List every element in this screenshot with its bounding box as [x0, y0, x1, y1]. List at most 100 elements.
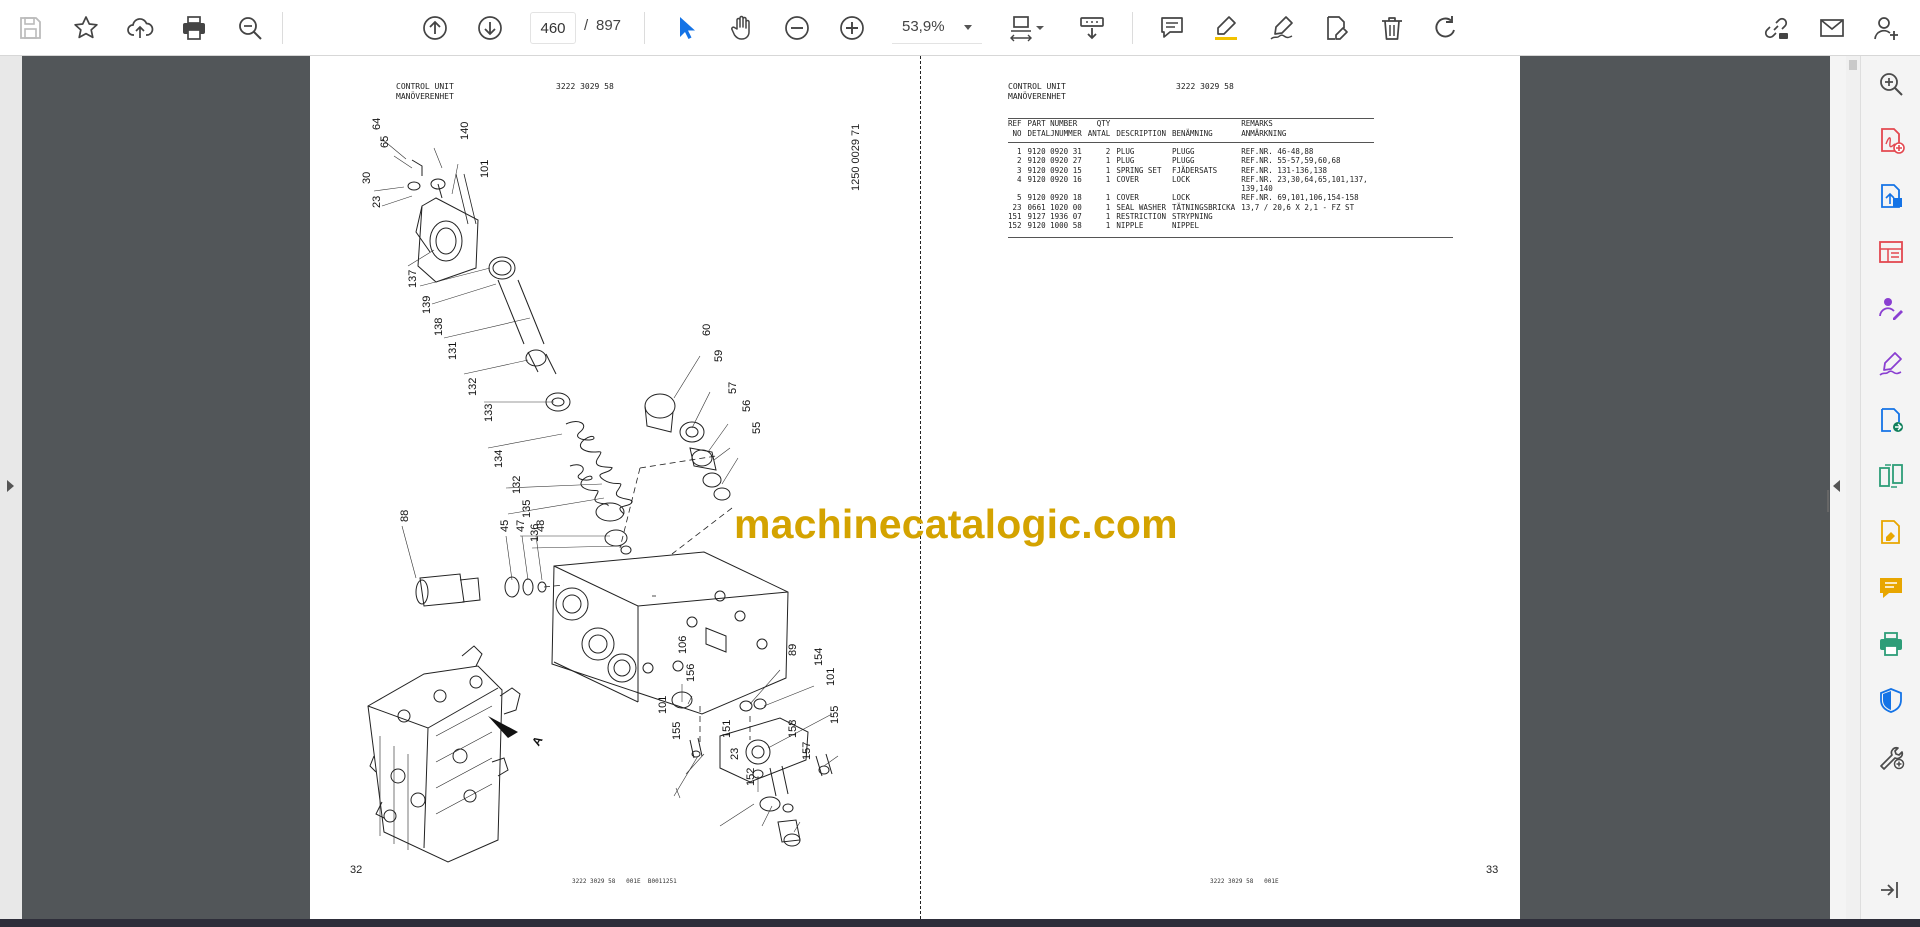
- column-header: BENÄMNING: [1171, 129, 1213, 138]
- zoom-search-icon[interactable]: [230, 8, 270, 48]
- svg-text:101: 101: [657, 696, 669, 714]
- table-cell-remarks: REF.NR. 69,101,106,154-158: [1241, 193, 1359, 203]
- column-header: REMARKS ANMÄRKNING: [1241, 119, 1287, 138]
- more-tools-icon[interactable]: [1871, 736, 1911, 776]
- export-pdf-arrow-icon[interactable]: [1871, 400, 1911, 440]
- print-production-icon[interactable]: [1871, 624, 1911, 664]
- next-page-icon[interactable]: [470, 8, 510, 48]
- panel-resize-grip[interactable]: [1827, 490, 1829, 512]
- table-cell-part: 9120 0920 16: [1027, 174, 1082, 184]
- comment-panel-icon[interactable]: [1871, 568, 1911, 608]
- svg-text:57: 57: [727, 382, 739, 394]
- zoom-dropdown[interactable]: 53,9%: [892, 12, 982, 44]
- table-cell-desc: PLUG: [1116, 156, 1135, 166]
- previous-page-icon[interactable]: [415, 8, 455, 48]
- svg-text:131: 131: [447, 342, 459, 360]
- table-row: 2 9120 0920 27 1 PLUG PLUGG REF.NR. 55-57,59,…: [1008, 156, 1374, 165]
- table-cell-ben: LOCK: [1171, 193, 1191, 203]
- table-cell-desc: NIPPLE: [1116, 221, 1144, 231]
- zoom-in-icon[interactable]: [832, 8, 872, 48]
- page-number-left: 32: [350, 864, 363, 876]
- svg-text:152: 152: [745, 768, 757, 786]
- collapse-panel-icon[interactable]: [1871, 870, 1911, 910]
- page-number-input[interactable]: [530, 12, 576, 44]
- column-header: REF NO: [1008, 119, 1022, 138]
- create-pdf-icon[interactable]: [1871, 120, 1911, 160]
- zoom-value: 53,9%: [902, 18, 945, 35]
- edit-pdf-icon[interactable]: [1316, 8, 1356, 48]
- table-cell-ref: 2: [1017, 156, 1022, 166]
- page-number-right: 33: [1486, 864, 1499, 876]
- highlight-icon[interactable]: [1206, 8, 1246, 48]
- pdf-page-right: CONTROL UNIT MANÖVERENHET 3222 3029 58 R…: [920, 56, 1520, 919]
- delete-icon[interactable]: [1372, 8, 1412, 48]
- svg-text:59: 59: [713, 350, 725, 362]
- account-icon[interactable]: [1866, 8, 1906, 48]
- zoom-in-panel-icon[interactable]: [1871, 64, 1911, 104]
- column-header: PART NUMBER DETALJNUMMER: [1027, 119, 1082, 138]
- table-cell-desc: RESTRICTION: [1116, 212, 1166, 222]
- table-cell-desc: COVER: [1116, 193, 1139, 203]
- bottom-taskbar-strip: [0, 919, 1920, 927]
- hand-tool-icon[interactable]: [722, 8, 762, 48]
- table-cell-remarks: REF.NR. 23,30,64,65,101,137,: [1241, 174, 1368, 184]
- fill-sign-icon[interactable]: [1871, 344, 1911, 384]
- table-row: 151 9127 1936 07 1 RESTRICTION STRYPNING: [1008, 212, 1374, 221]
- table-cell-desc: COVER: [1116, 174, 1139, 184]
- sign-icon[interactable]: [1262, 8, 1302, 48]
- column-header: QTY ANTAL: [1087, 119, 1111, 138]
- toolbar-divider: [644, 12, 645, 44]
- svg-text:23: 23: [371, 196, 383, 208]
- email-icon[interactable]: [1812, 8, 1852, 48]
- zoom-out-icon[interactable]: [777, 8, 817, 48]
- organize-pages-icon[interactable]: [1871, 232, 1911, 272]
- page-header-code: 3222 3029 58: [1176, 82, 1234, 91]
- svg-text:132: 132: [467, 378, 479, 396]
- page-header-title: CONTROL UNIT: [1008, 82, 1066, 91]
- cloud-upload-icon[interactable]: [120, 8, 160, 48]
- table-cell-ref: 151: [1008, 212, 1022, 222]
- table-cell-part: [1028, 184, 1088, 193]
- share-link-icon[interactable]: [1756, 8, 1796, 48]
- table-cell-remarks: [1241, 221, 1373, 230]
- table-cell-ben: PLUGG: [1171, 156, 1195, 166]
- protect-icon[interactable]: [1871, 680, 1911, 720]
- svg-text:157: 157: [801, 742, 813, 760]
- table-cell-qty: 1: [1105, 212, 1111, 222]
- table-cell-ben: PLUGG: [1171, 147, 1195, 156]
- page-split-line: [920, 56, 921, 919]
- exploded-view-drawing: 64 65 140 101 30 23 137 139 138 131 132 …: [361, 118, 841, 863]
- table-cell-ref: 152: [1008, 221, 1022, 231]
- parts-table: REF NO PART NUMBER DETALJNUMMER QTY ANTAL D…: [1008, 118, 1374, 231]
- table-cell-ben: [1172, 184, 1241, 193]
- document-canvas[interactable]: CONTROL UNIT MANÖVERENHET 3222 3029 58 1…: [22, 56, 1830, 919]
- scroll-mode-icon[interactable]: [1072, 8, 1112, 48]
- table-cell-remarks: REF.NR. 46-48,88: [1241, 147, 1314, 156]
- page-footer-right: 3222 3029 58 001E: [1210, 878, 1279, 885]
- request-signatures-icon[interactable]: [1871, 288, 1911, 328]
- compare-files-icon[interactable]: [1871, 456, 1911, 496]
- print-icon[interactable]: [174, 8, 214, 48]
- table-cell-desc: [1116, 184, 1172, 193]
- column-header: DESCRIPTION: [1116, 129, 1166, 138]
- table-cell-qty: 1: [1105, 174, 1111, 184]
- left-panel-toggle[interactable]: [0, 56, 22, 919]
- right-panel-toggle[interactable]: [1830, 56, 1846, 919]
- scrollbar-thumb[interactable]: [1849, 60, 1857, 70]
- table-cell-ref: 1: [1017, 147, 1022, 156]
- export-pdf-icon[interactable]: [1871, 176, 1911, 216]
- save-icon[interactable]: [10, 8, 50, 48]
- comment-icon[interactable]: [1152, 8, 1192, 48]
- table-row: 3 9120 0920 15 1 SPRING SET FJÄDERSATS REF.NR…: [1008, 166, 1374, 175]
- svg-text:155: 155: [829, 706, 841, 724]
- star-icon[interactable]: [66, 8, 106, 48]
- svg-text:135: 135: [521, 500, 533, 518]
- table-cell-qty: [1088, 184, 1117, 193]
- fit-chevron-icon[interactable]: [1030, 8, 1050, 48]
- select-arrow-icon[interactable]: [666, 8, 706, 48]
- rotate-icon[interactable]: [1426, 8, 1466, 48]
- svg-text:60: 60: [701, 324, 713, 336]
- edit-pdf-panel-icon[interactable]: [1871, 512, 1911, 552]
- table-row: 139,140: [1008, 184, 1374, 193]
- vertical-scrollbar[interactable]: [1846, 56, 1860, 919]
